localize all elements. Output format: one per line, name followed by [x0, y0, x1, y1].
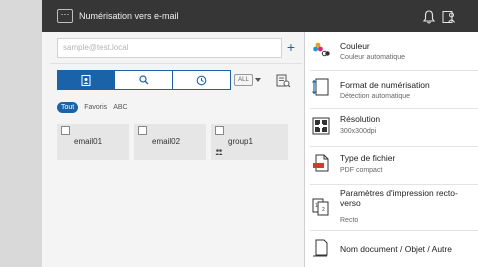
menu-button[interactable]: ···	[57, 9, 73, 23]
setting-value: Détection automatique	[340, 93, 411, 100]
address-name: email01	[74, 137, 103, 146]
user-login-icon[interactable]	[441, 9, 457, 25]
top-bar: ··· Numérisation vers e-mail	[42, 0, 478, 32]
svg-text:1: 1	[315, 203, 318, 209]
setting-document-name[interactable]: Nom document / Objet / Autre	[305, 230, 478, 267]
checkbox[interactable]	[138, 126, 147, 135]
simplex-duplex-icon: 1 2	[312, 198, 329, 216]
setting-color[interactable]: Couleur Couleur automatique	[305, 32, 478, 70]
address-card[interactable]: email02	[134, 124, 206, 160]
address-book-icon	[81, 74, 91, 86]
chevron-down-icon	[255, 78, 261, 82]
index-filter-bar: Tout Favoris ABC	[57, 102, 128, 113]
setting-value: PDF compact	[340, 167, 383, 174]
tab-search[interactable]	[115, 70, 173, 90]
clock-icon	[196, 75, 207, 85]
setting-title: Résolution	[340, 114, 381, 124]
setting-title: Paramètres d'impression recto-verso	[340, 188, 458, 208]
type-filter-dropdown[interactable]: ALL	[234, 72, 266, 88]
setting-scan-size[interactable]: Format de numérisation Détection automat…	[305, 70, 478, 108]
setting-title: Couleur	[340, 41, 370, 51]
setting-resolution[interactable]: Résolution 300x300dpi	[305, 108, 478, 146]
setting-title: Type de fichier	[340, 153, 396, 163]
tab-history[interactable]	[173, 70, 231, 90]
checkbox[interactable]	[61, 126, 70, 135]
divider	[50, 63, 302, 64]
search-icon	[138, 75, 148, 85]
email-address-input[interactable]: sample@test.local	[57, 38, 282, 58]
scan-size-icon	[312, 78, 329, 96]
settings-panel: Couleur Couleur automatique Format de nu…	[305, 32, 478, 267]
address-detail-icon[interactable]	[275, 72, 291, 88]
setting-title: Nom document / Objet / Autre	[340, 244, 452, 254]
svg-text:2: 2	[322, 207, 325, 213]
document-icon	[313, 239, 328, 257]
filter-abc[interactable]: ABC	[113, 104, 127, 111]
address-card[interactable]: email01	[57, 124, 129, 160]
all-label: ALL	[234, 74, 253, 86]
tab-address-book[interactable]	[57, 70, 115, 90]
group-icon	[215, 149, 223, 155]
setting-value: 300x300dpi	[340, 128, 377, 135]
setting-duplex[interactable]: 1 2 Paramètres d'impression recto-verso …	[305, 184, 478, 230]
resolution-icon	[312, 117, 330, 135]
filter-all[interactable]: Tout	[57, 102, 79, 113]
filter-favorites[interactable]: Favoris	[84, 104, 107, 111]
page-title: Numérisation vers e-mail	[79, 11, 179, 21]
scan-to-email-screen: ··· Numérisation vers e-mail sample@test…	[42, 0, 478, 267]
bell-icon[interactable]	[421, 9, 437, 25]
color-icon	[313, 42, 330, 57]
setting-value: Recto	[340, 217, 359, 224]
address-name: email02	[152, 137, 181, 146]
setting-title: Format de numérisation	[340, 80, 430, 90]
checkbox[interactable]	[215, 126, 224, 135]
add-address-button[interactable]: +	[283, 38, 299, 58]
setting-file-type[interactable]: Type de fichier PDF compact	[305, 146, 478, 184]
pdf-file-icon	[313, 154, 329, 172]
address-book-panel: sample@test.local + ALL Tout Favoris ABC…	[42, 32, 304, 267]
address-name: group1	[228, 137, 253, 146]
group-card[interactable]: group1	[211, 124, 288, 160]
setting-value: Couleur automatique	[340, 54, 405, 61]
